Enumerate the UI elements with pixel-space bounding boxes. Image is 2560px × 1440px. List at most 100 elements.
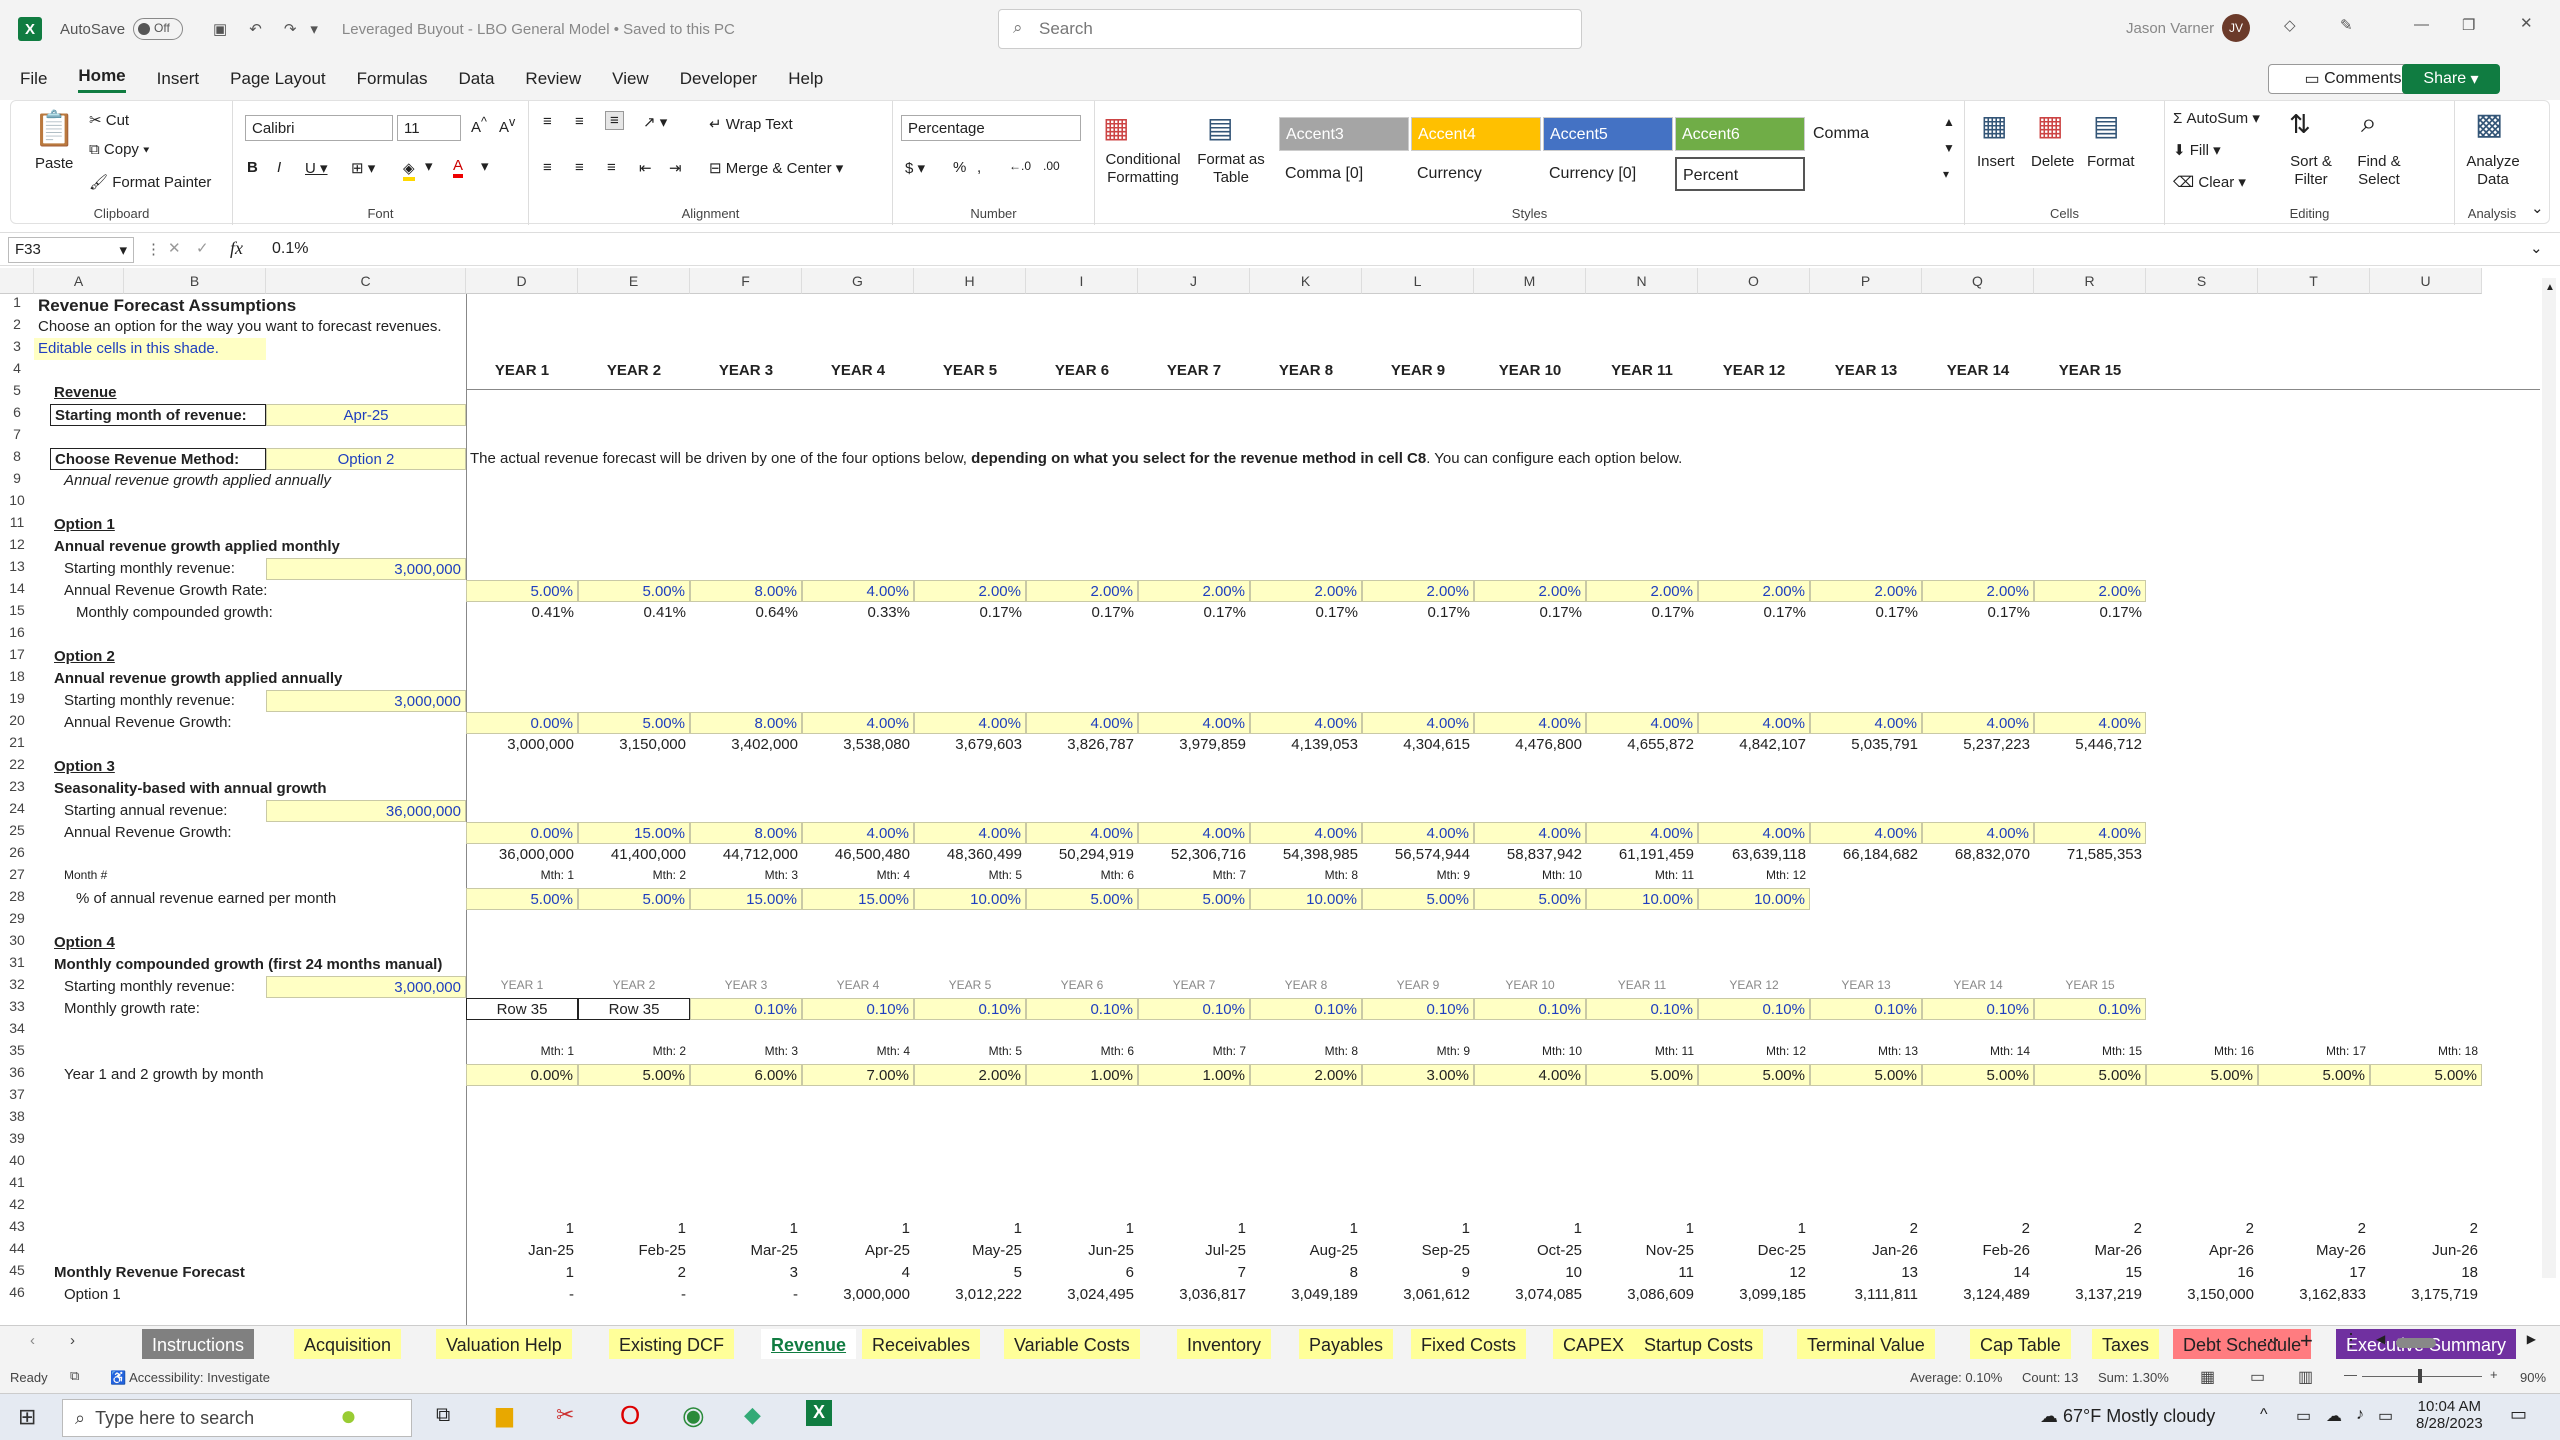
- normal-view-icon[interactable]: ▦: [2200, 1367, 2215, 1387]
- conditional-formatting-button[interactable]: Conditional Formatting: [1103, 151, 1183, 187]
- paste-icon[interactable]: 📋: [33, 109, 75, 149]
- minimize-icon[interactable]: —: [2414, 16, 2429, 33]
- growth-by-month-input[interactable]: 4.00%: [1474, 1064, 1586, 1086]
- option4-rate-input[interactable]: 0.10%: [690, 998, 802, 1020]
- option3-growth-input[interactable]: 4.00%: [1138, 822, 1250, 844]
- row-header[interactable]: 1: [0, 294, 34, 316]
- cancel-icon[interactable]: ✕: [168, 239, 181, 257]
- percent-icon[interactable]: %: [953, 159, 966, 176]
- option4-start-input[interactable]: 3,000,000: [266, 976, 466, 998]
- tabs-more-icon[interactable]: ⋯: [2262, 1330, 2280, 1351]
- column-header[interactable]: A: [34, 268, 124, 294]
- column-header[interactable]: H: [914, 268, 1026, 294]
- row-header[interactable]: 16: [0, 624, 34, 646]
- style-percent[interactable]: Percent: [1675, 157, 1805, 191]
- option3-growth-input[interactable]: 4.00%: [1362, 822, 1474, 844]
- row-header[interactable]: 37: [0, 1086, 34, 1108]
- row-header[interactable]: 8: [0, 448, 34, 470]
- row-header[interactable]: 17: [0, 646, 34, 668]
- sort-filter-button[interactable]: Sort & Filter: [2281, 153, 2341, 189]
- windows-start-icon[interactable]: ⊞: [18, 1404, 36, 1430]
- option3-growth-input[interactable]: 4.00%: [1586, 822, 1698, 844]
- tab-taxes[interactable]: Taxes: [2092, 1329, 2160, 1359]
- row-header[interactable]: 10: [0, 492, 34, 514]
- close-icon[interactable]: ✕: [2520, 14, 2533, 32]
- align-middle-icon[interactable]: ≡: [575, 113, 584, 130]
- option3-growth-input[interactable]: 4.00%: [914, 822, 1026, 844]
- style-accent5[interactable]: Accent5: [1543, 117, 1673, 151]
- italic-button[interactable]: I: [277, 159, 281, 176]
- option1-rate-input[interactable]: 2.00%: [1026, 580, 1138, 602]
- option2-growth-input[interactable]: 5.00%: [578, 712, 690, 734]
- row-header[interactable]: 28: [0, 888, 34, 910]
- tab-scroll-left-icon[interactable]: ‹: [30, 1332, 35, 1349]
- row-header[interactable]: 2: [0, 316, 34, 338]
- option3-growth-input[interactable]: 4.00%: [802, 822, 914, 844]
- menu-view[interactable]: View: [612, 69, 649, 89]
- option3-start-input[interactable]: 36,000,000: [266, 800, 466, 822]
- network-icon[interactable]: ▭: [2296, 1406, 2311, 1426]
- option3-growth-input[interactable]: 4.00%: [2034, 822, 2146, 844]
- row-header[interactable]: 15: [0, 602, 34, 624]
- column-header[interactable]: D: [466, 268, 578, 294]
- wrap-text-button[interactable]: ↵ Wrap Text: [709, 115, 793, 133]
- option1-rate-input[interactable]: 5.00%: [466, 580, 578, 602]
- option1-rate-input[interactable]: 2.00%: [914, 580, 1026, 602]
- find-select-button[interactable]: Find & Select: [2349, 153, 2409, 189]
- cloud-icon[interactable]: ☁: [2326, 1406, 2342, 1426]
- fill-button[interactable]: ⬇ Fill ▾: [2173, 141, 2221, 159]
- option2-growth-input[interactable]: 4.00%: [802, 712, 914, 734]
- menu-insert[interactable]: Insert: [157, 69, 200, 89]
- row-header[interactable]: 14: [0, 580, 34, 602]
- pct-input[interactable]: 5.00%: [578, 888, 690, 910]
- option3-growth-input[interactable]: 4.00%: [1026, 822, 1138, 844]
- row-header[interactable]: 29: [0, 910, 34, 932]
- pen-icon[interactable]: ✎: [2340, 16, 2353, 34]
- pct-input[interactable]: 10.00%: [1698, 888, 1810, 910]
- column-header[interactable]: K: [1250, 268, 1362, 294]
- column-header[interactable]: T: [2258, 268, 2370, 294]
- row-header[interactable]: 19: [0, 690, 34, 712]
- row-header[interactable]: 43: [0, 1218, 34, 1240]
- sort-filter-icon[interactable]: ⇅: [2289, 109, 2311, 140]
- tab-instructions[interactable]: Instructions: [142, 1329, 255, 1359]
- bold-button[interactable]: B: [247, 159, 258, 176]
- row-header[interactable]: 40: [0, 1152, 34, 1174]
- analyze-data-icon[interactable]: ▩: [2475, 107, 2503, 142]
- column-header[interactable]: P: [1810, 268, 1922, 294]
- align-center-icon[interactable]: ≡: [575, 159, 584, 176]
- style-accent3[interactable]: Accent3: [1279, 117, 1409, 151]
- increase-decimal-icon[interactable]: ←.0: [1009, 159, 1031, 173]
- tab-revenue[interactable]: Revenue: [761, 1329, 857, 1359]
- format-cells-icon[interactable]: ▤: [2093, 109, 2119, 142]
- formula-input[interactable]: 0.1%: [272, 240, 308, 258]
- comma-style-icon[interactable]: ,: [977, 159, 981, 176]
- option1-rate-input[interactable]: 2.00%: [1362, 580, 1474, 602]
- growth-by-month-input[interactable]: 0.00%: [466, 1064, 578, 1086]
- growth-by-month-input[interactable]: 5.00%: [1698, 1064, 1810, 1086]
- option3-growth-input[interactable]: 4.00%: [1698, 822, 1810, 844]
- restore-icon[interactable]: ❐: [2462, 16, 2475, 34]
- growth-by-month-input[interactable]: 5.00%: [1922, 1064, 2034, 1086]
- format-as-table-button[interactable]: Format as Table: [1193, 151, 1269, 187]
- tab-debt-schedule[interactable]: Debt Schedule: [2173, 1329, 2312, 1359]
- page-break-view-icon[interactable]: ▥: [2298, 1367, 2313, 1387]
- row-header[interactable]: 11: [0, 514, 34, 536]
- analyze-data-button[interactable]: Analyze Data: [2463, 153, 2523, 189]
- merge-center-button[interactable]: ⊟ Merge & Center ▾: [709, 159, 843, 177]
- option4-rate-input[interactable]: 0.10%: [1138, 998, 1250, 1020]
- option2-growth-input[interactable]: 4.00%: [1586, 712, 1698, 734]
- pct-input[interactable]: 10.00%: [1586, 888, 1698, 910]
- select-all-corner[interactable]: [0, 268, 34, 294]
- menu-help[interactable]: Help: [788, 69, 823, 89]
- pct-input[interactable]: 15.00%: [802, 888, 914, 910]
- growth-by-month-input[interactable]: 7.00%: [802, 1064, 914, 1086]
- fill-color-icon[interactable]: ◈: [403, 159, 415, 181]
- row-header[interactable]: 7: [0, 426, 34, 448]
- pct-input[interactable]: 5.00%: [1362, 888, 1474, 910]
- column-header[interactable]: R: [2034, 268, 2146, 294]
- row-header[interactable]: 35: [0, 1042, 34, 1064]
- delete-cells-icon[interactable]: ▦: [2037, 109, 2063, 142]
- row-header[interactable]: 18: [0, 668, 34, 690]
- pct-input[interactable]: 5.00%: [466, 888, 578, 910]
